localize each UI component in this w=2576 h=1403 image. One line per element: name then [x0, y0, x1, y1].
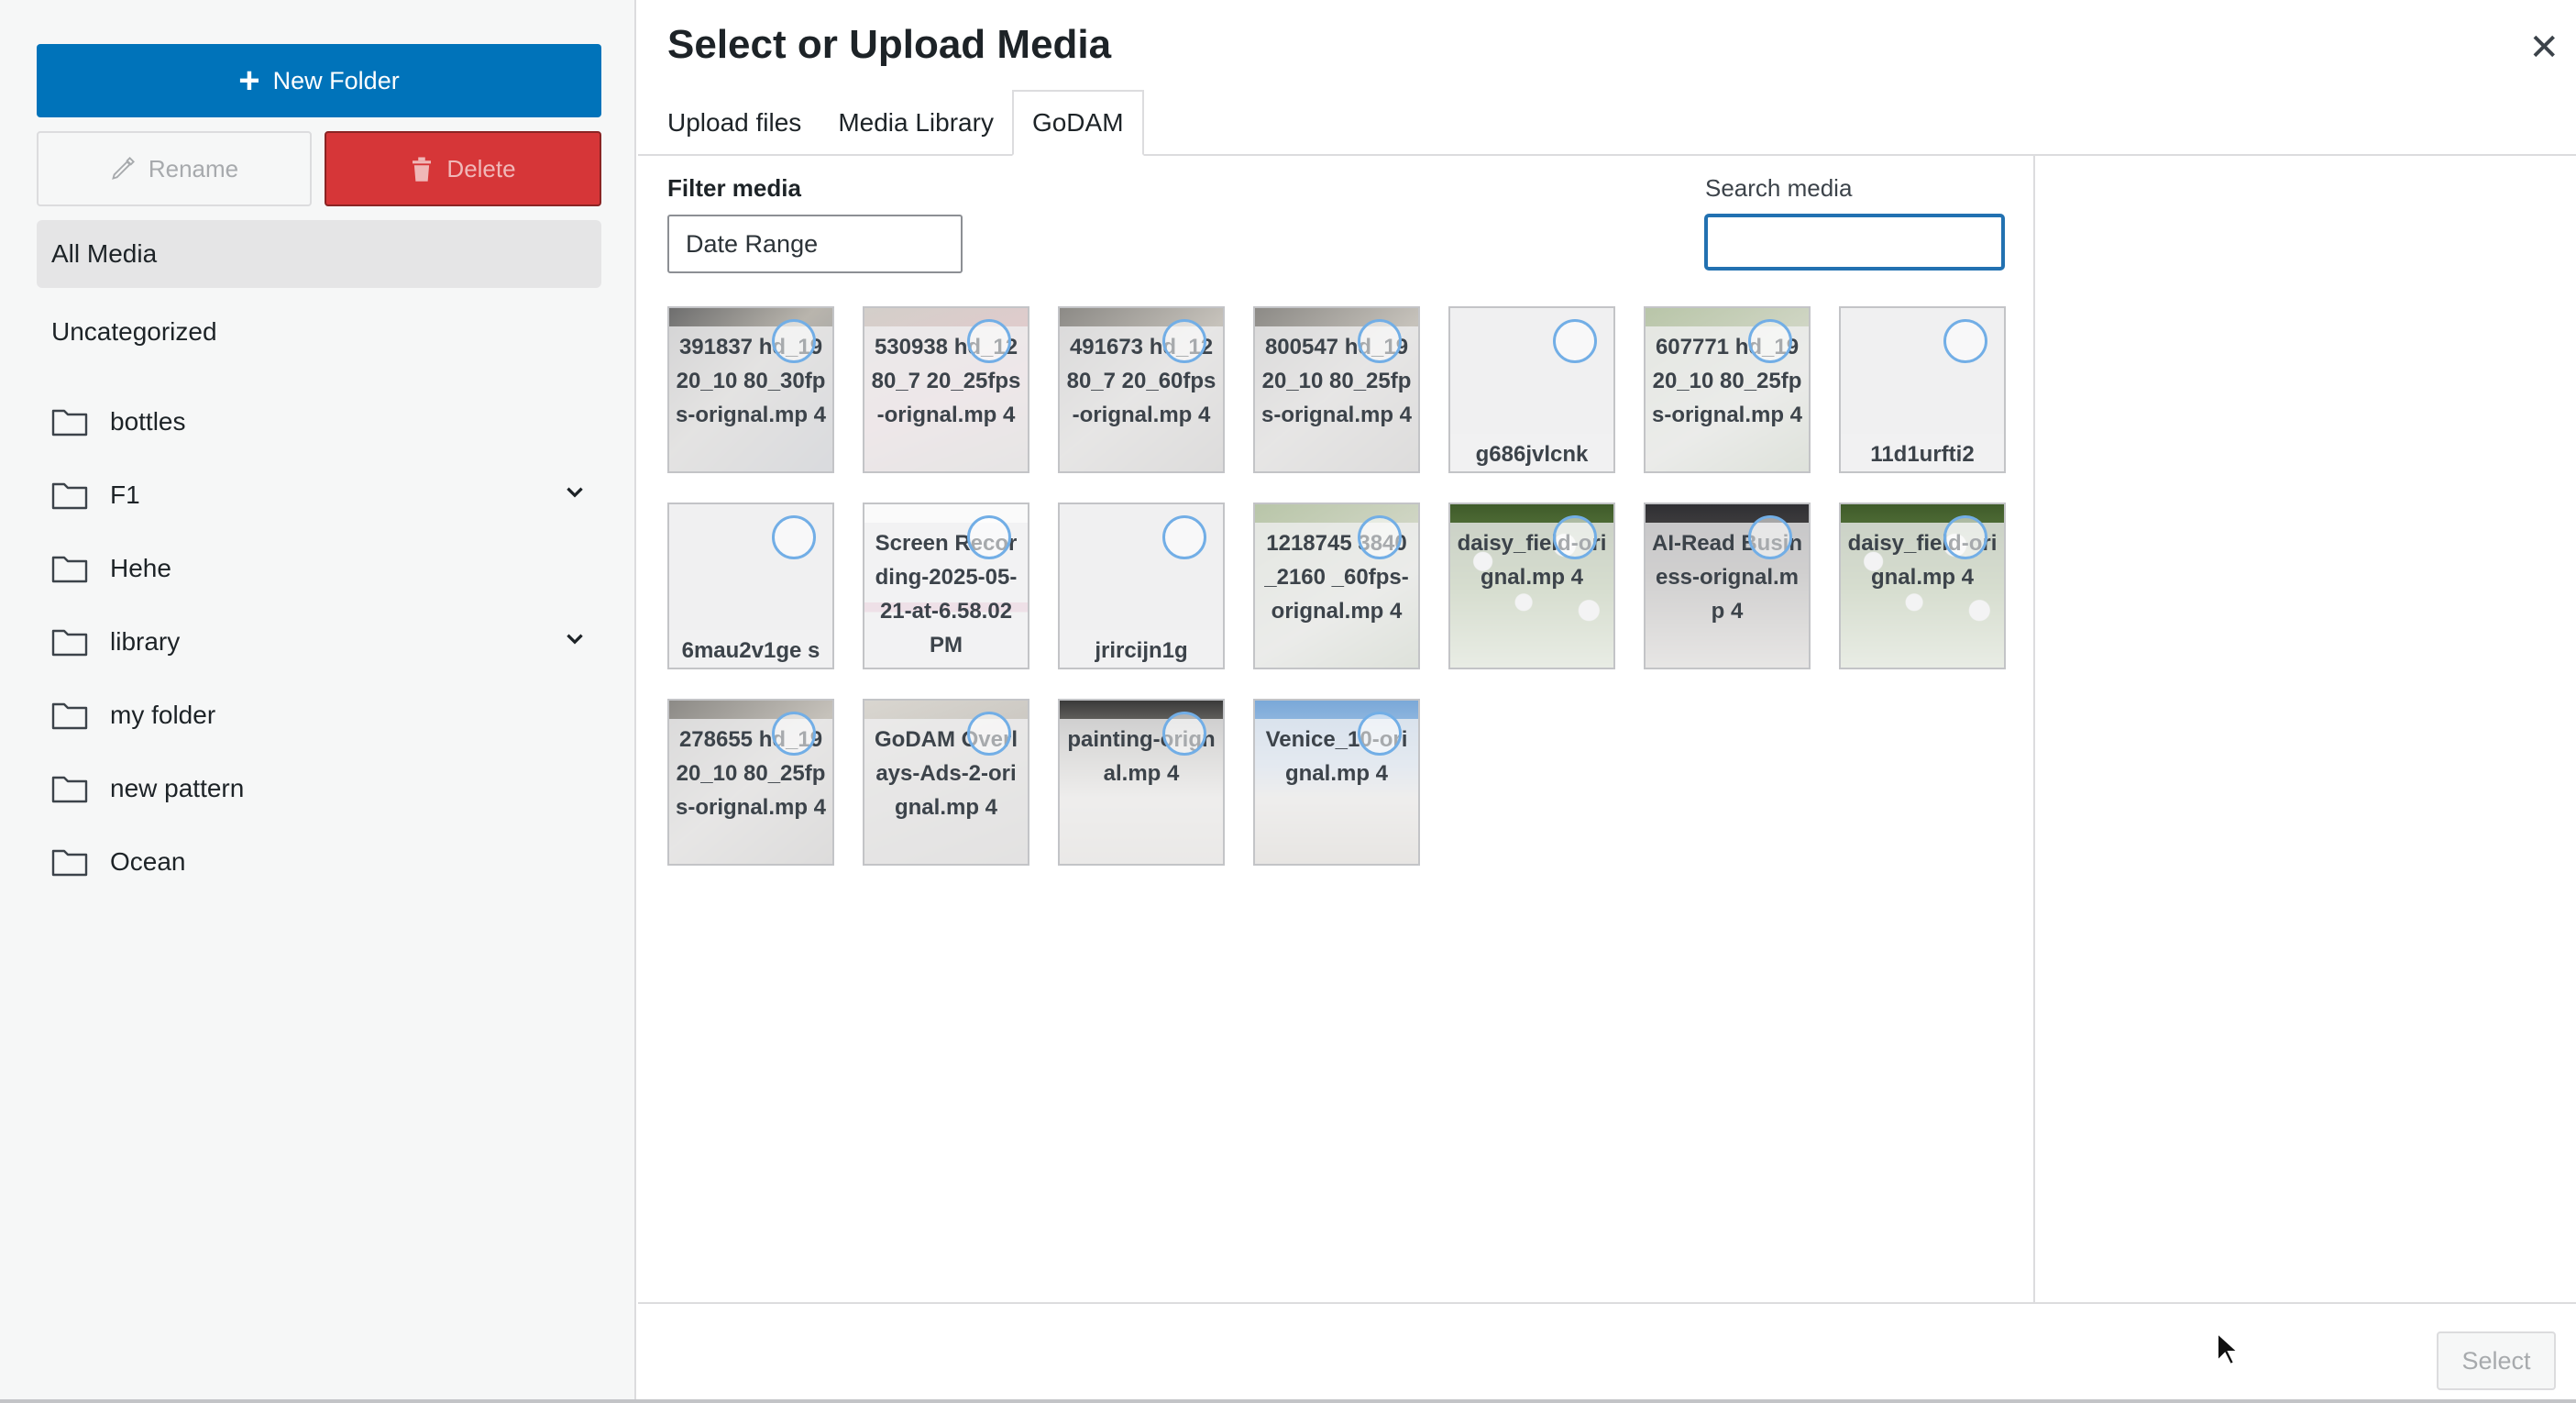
modal-tabs: Upload files Media Library GoDAM — [667, 90, 1144, 156]
media-item[interactable]: g686jvlcnk — [1448, 306, 1615, 473]
select-checkbox[interactable] — [1162, 712, 1206, 756]
folder-item[interactable]: Ocean — [51, 825, 587, 899]
all-media-item[interactable]: All Media — [37, 220, 601, 288]
select-checkbox[interactable] — [1358, 319, 1402, 363]
select-checkbox[interactable] — [1748, 515, 1792, 559]
media-item[interactable]: 6mau2v1ge s — [667, 503, 834, 669]
tabs-divider — [638, 154, 2576, 156]
date-range-select[interactable]: Date Range — [667, 215, 963, 273]
select-button[interactable]: Select — [2437, 1331, 2556, 1390]
folder-icon — [51, 776, 88, 803]
media-item[interactable]: daisy_field-orignal.mp 4 — [1448, 503, 1615, 669]
media-item[interactable]: 11d1urfti2 — [1839, 306, 2006, 473]
media-item[interactable]: Screen Recording-2025-05-21-at-6.58.02 P… — [863, 503, 1029, 669]
media-filename: 11d1urfti2 — [1841, 434, 2004, 471]
select-checkbox[interactable] — [1553, 515, 1597, 559]
media-item[interactable]: jrircijn1g — [1058, 503, 1225, 669]
select-checkbox[interactable] — [967, 712, 1011, 756]
select-checkbox[interactable] — [967, 319, 1011, 363]
select-checkbox[interactable] — [967, 515, 1011, 559]
media-grid: 391837 hd_1920_10 80_30fps-orignal.mp 45… — [667, 306, 2006, 866]
folder-icon — [51, 482, 88, 510]
folder-icon — [51, 629, 88, 657]
folder-icon — [51, 702, 88, 730]
search-media-label: Search media — [1705, 174, 1853, 202]
uncategorized-item[interactable]: Uncategorized — [51, 317, 217, 347]
tab-media-library[interactable]: Media Library — [820, 90, 1012, 156]
select-checkbox[interactable] — [1748, 319, 1792, 363]
select-checkbox[interactable] — [1162, 515, 1206, 559]
folder-item[interactable]: F1 — [51, 458, 587, 532]
media-item[interactable]: 800547 hd_1920_10 80_25fps-orignal.mp 4 — [1253, 306, 1420, 473]
folder-item[interactable]: Hehe — [51, 532, 587, 605]
folder-sidebar: + New Folder Rename Delete All Media Unc… — [0, 0, 636, 1403]
trash-icon — [413, 157, 432, 182]
folder-label: bottles — [110, 407, 186, 436]
media-item[interactable]: 278655 hd_1920_10 80_25fps-orignal.mp 4 — [667, 699, 834, 866]
select-checkbox[interactable] — [772, 712, 816, 756]
folder-icon — [51, 409, 88, 436]
folder-item[interactable]: library — [51, 605, 587, 679]
plus-icon: + — [238, 61, 260, 101]
delete-label: Delete — [446, 154, 516, 182]
media-item[interactable]: 607771 hd_1920_10 80_25fps-orignal.mp 4 — [1644, 306, 1811, 473]
tab-upload-files[interactable]: Upload files — [667, 90, 820, 156]
media-filename: 6mau2v1ge s — [669, 630, 832, 668]
select-checkbox[interactable] — [1358, 515, 1402, 559]
media-item[interactable]: Venice_10-orignal.mp 4 — [1253, 699, 1420, 866]
new-folder-label: New Folder — [272, 66, 400, 94]
media-modal: Select or Upload Media ✕ Upload files Med… — [638, 0, 2576, 1403]
media-item[interactable]: 530938 hd_1280_7 20_25fps-orignal.mp 4 — [863, 306, 1029, 473]
mouse-cursor-icon — [2217, 1331, 2240, 1366]
folder-list: bottles F1 Hehe library my folder new pattern… — [51, 385, 587, 899]
folder-item[interactable]: new pattern — [51, 752, 587, 825]
chevron-down-icon[interactable] — [563, 481, 587, 504]
window-bottom-border — [0, 1399, 2576, 1403]
folder-icon — [51, 556, 88, 583]
search-media-input[interactable] — [1705, 215, 2004, 270]
select-checkbox[interactable] — [772, 319, 816, 363]
folder-item[interactable]: my folder — [51, 679, 587, 752]
folder-icon — [51, 849, 88, 877]
modal-title: Select or Upload Media — [667, 22, 1112, 67]
media-filename: g686jvlcnk — [1450, 434, 1613, 471]
media-item[interactable]: 491673 hd_1280_7 20_60fps-orignal.mp 4 — [1058, 306, 1225, 473]
media-item[interactable]: GoDAM Overlays-Ads-2-orignal.mp 4 — [863, 699, 1029, 866]
tab-godam[interactable]: GoDAM — [1011, 90, 1144, 156]
rename-button[interactable]: Rename — [37, 131, 312, 206]
media-filename: jrircijn1g — [1060, 630, 1223, 668]
pencil-icon — [112, 157, 135, 180]
rename-label: Rename — [148, 154, 239, 182]
chevron-down-icon[interactable] — [563, 627, 587, 651]
close-icon[interactable]: ✕ — [2528, 29, 2559, 66]
all-media-label: All Media — [51, 239, 158, 268]
select-checkbox[interactable] — [1943, 319, 1987, 363]
select-checkbox[interactable] — [1162, 319, 1206, 363]
select-checkbox[interactable] — [1553, 319, 1597, 363]
media-item[interactable]: 1218745 3840_2160 _60fps-orignal.mp 4 — [1253, 503, 1420, 669]
select-checkbox[interactable] — [1358, 712, 1402, 756]
select-checkbox[interactable] — [1943, 515, 1987, 559]
folder-label: Ocean — [110, 847, 186, 876]
folder-label: library — [110, 627, 181, 656]
folder-label: Hehe — [110, 554, 171, 582]
folder-item[interactable]: bottles — [51, 385, 587, 458]
new-folder-button[interactable]: + New Folder — [37, 44, 601, 117]
details-pane-divider — [2033, 154, 2035, 1304]
footer-divider — [638, 1302, 2576, 1304]
folder-label: new pattern — [110, 774, 245, 802]
media-item[interactable]: painting-orignal.mp 4 — [1058, 699, 1225, 866]
folder-label: F1 — [110, 481, 140, 509]
media-item[interactable]: daisy_field-orignal.mp 4 — [1839, 503, 2006, 669]
select-checkbox[interactable] — [772, 515, 816, 559]
media-item[interactable]: AI-Read Business-orignal.mp 4 — [1644, 503, 1811, 669]
media-item[interactable]: 391837 hd_1920_10 80_30fps-orignal.mp 4 — [667, 306, 834, 473]
folder-label: my folder — [110, 701, 216, 729]
delete-button[interactable]: Delete — [325, 131, 601, 206]
filter-media-label: Filter media — [667, 174, 801, 202]
